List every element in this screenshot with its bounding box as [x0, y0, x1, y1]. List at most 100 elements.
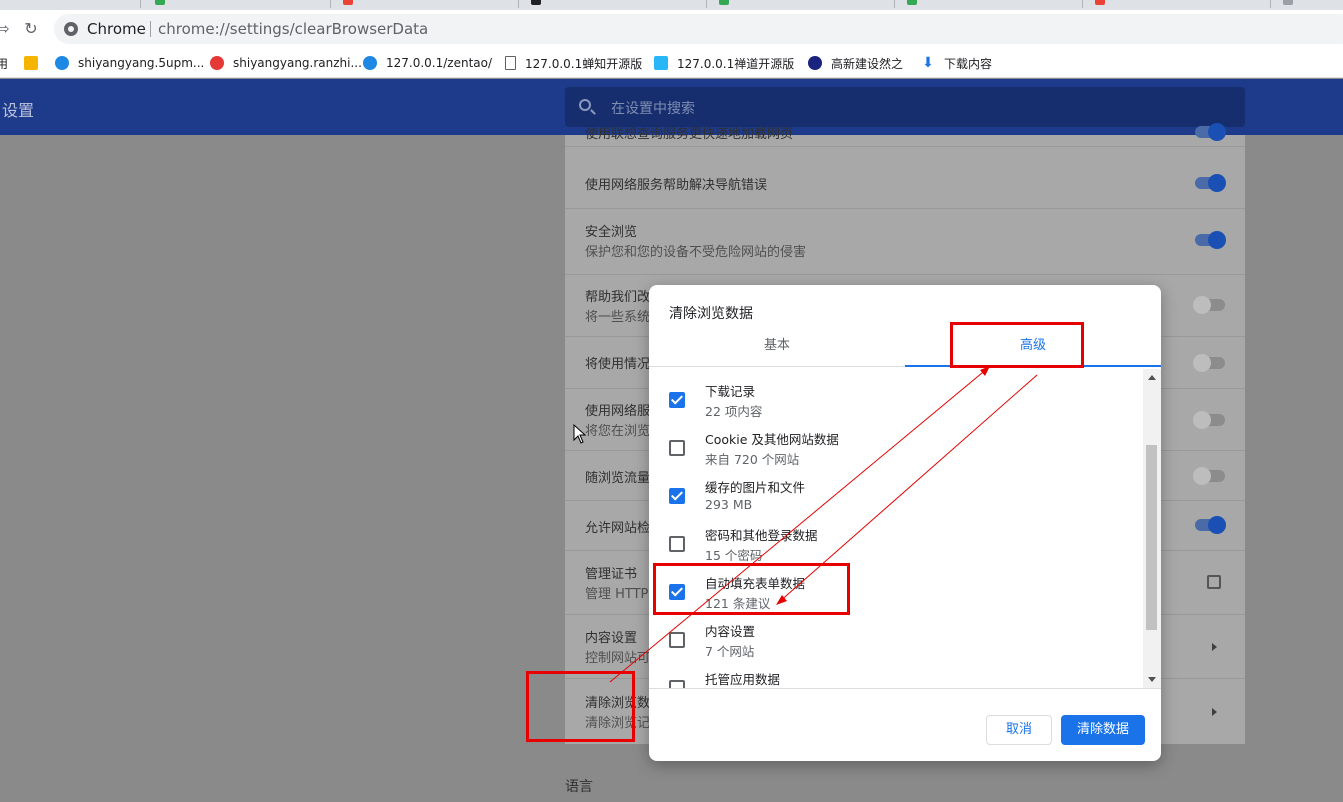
toggle-knob — [1208, 123, 1226, 141]
list-scrollbar[interactable] — [1143, 369, 1161, 688]
list-item-content-settings[interactable]: 内容设置 7 个网站 — [649, 621, 1143, 669]
external-link-icon[interactable] — [1207, 575, 1221, 589]
toggle-switch[interactable] — [1193, 467, 1225, 485]
annotation-box-autofill — [653, 563, 850, 615]
data-type-list: 下载记录 22 项内容 Cookie 及其他网站数据 来自 720 个网站 缓存… — [649, 369, 1161, 689]
toggle-switch[interactable] — [1195, 231, 1226, 249]
row-subtitle: 将一些系统 — [585, 310, 651, 325]
checkbox-checked[interactable] — [669, 488, 685, 504]
bookmark-label: 下载内容 — [944, 56, 993, 71]
tab-favicon[interactable] — [1283, 0, 1293, 5]
bookmark-apps[interactable]: 用 — [0, 54, 8, 72]
divider — [150, 21, 151, 37]
settings-row[interactable]: 使用网络服务帮助解决导航错误 — [565, 147, 1245, 209]
tab-favicon[interactable] — [1095, 0, 1105, 5]
scroll-up-icon[interactable] — [1148, 375, 1156, 380]
item-label: 缓存的图片和文件 — [705, 480, 806, 495]
row-title: 帮助我们改 — [585, 290, 651, 305]
item-label: 内容设置 — [705, 624, 756, 639]
toggle-switch[interactable] — [1193, 354, 1225, 372]
bookmark-chanzhi[interactable]: 127.0.0.1蝉知开源版 — [505, 54, 642, 72]
tab-separator — [330, 0, 331, 8]
toggle-knob — [1193, 296, 1211, 314]
row-title: 管理证书 — [585, 567, 638, 582]
url-text[interactable]: chrome://settings/clearBrowserData — [158, 20, 428, 38]
cancel-button[interactable]: 取消 — [986, 715, 1052, 745]
tab-favicon[interactable] — [155, 0, 165, 5]
tab-favicon[interactable] — [343, 0, 353, 5]
row-title: 允许网站检 — [585, 521, 651, 536]
row-subtitle: 将您在浏览 — [585, 424, 651, 439]
item-detail: 293 MB — [705, 497, 753, 512]
clear-browsing-data-dialog: 清除浏览数据 基本 高级 下载记录 22 项内容 Cookie 及其他网站数据 … — [649, 285, 1161, 761]
toggle-knob — [1208, 516, 1226, 534]
bookmark-label: 用 — [0, 56, 9, 71]
bookmark-gaoxin[interactable]: 高新建设然之 — [808, 54, 903, 72]
toggle-knob — [1208, 231, 1226, 249]
item-detail: 22 项内容 — [705, 404, 763, 419]
page-icon — [505, 56, 516, 70]
checkbox-unchecked[interactable] — [669, 632, 685, 648]
row-title: 使用联想查询服务更快速地加载网页 — [585, 127, 794, 142]
row-subtitle: 管理 HTTP — [585, 587, 649, 602]
row-title: 内容设置 — [585, 631, 638, 646]
checkbox-unchecked[interactable] — [669, 536, 685, 552]
toggle-switch[interactable] — [1195, 123, 1226, 141]
note-icon — [24, 56, 38, 70]
bookmark-shiyangyang-5upm[interactable]: shiyangyang.5upm... — [55, 54, 204, 72]
list-item-downloads[interactable]: 下载记录 22 项内容 — [649, 381, 1143, 429]
chevron-right-icon — [1212, 643, 1217, 651]
toggle-switch[interactable] — [1193, 296, 1225, 314]
bookmark-label: shiyangyang.5upm... — [78, 56, 205, 70]
tab-separator — [518, 0, 519, 8]
bookmark-label: 127.0.0.1禅道开源版 — [677, 56, 795, 71]
forward-icon[interactable]: ⇨ — [0, 18, 14, 40]
tab-separator — [1270, 0, 1271, 8]
toggle-switch[interactable] — [1195, 174, 1226, 192]
checkbox-unchecked[interactable] — [669, 440, 685, 456]
chevron-right-icon — [1212, 708, 1217, 716]
row-title: 将使用情况 — [585, 357, 651, 372]
row-title: 使用网络服务帮助解决导航错误 — [585, 178, 768, 193]
settings-row[interactable]: 使用联想查询服务更快速地加载网页 — [565, 123, 1245, 147]
bookmark-note[interactable] — [24, 54, 47, 72]
scrollbar-thumb[interactable] — [1146, 445, 1157, 630]
reload-icon[interactable]: ↻ — [20, 18, 42, 40]
bookmark-label: 127.0.0.1/zentao/ — [386, 56, 493, 70]
tab-separator — [706, 0, 707, 8]
tab-separator — [1082, 0, 1083, 8]
toggle-switch[interactable] — [1193, 411, 1225, 429]
search-placeholder: 在设置中搜索 — [611, 101, 695, 117]
toggle-switch[interactable] — [1195, 516, 1226, 534]
row-subtitle: 控制网站可 — [585, 651, 651, 666]
ranzhi-icon — [210, 56, 224, 70]
chrome-icon — [64, 22, 78, 36]
row-title: 安全浏览 — [585, 225, 638, 240]
section-language: 语言 — [565, 779, 593, 795]
checkbox-unchecked[interactable] — [669, 680, 685, 688]
tab-favicon[interactable] — [719, 0, 729, 5]
list-item-cache[interactable]: 缓存的图片和文件 293 MB — [649, 477, 1143, 525]
bookmark-label: 高新建设然之 — [831, 56, 904, 71]
search-icon — [579, 99, 591, 111]
globe-icon — [808, 56, 822, 70]
tab-basic[interactable]: 基本 — [649, 331, 905, 367]
bookmark-zentao-local[interactable]: 127.0.0.1/zentao/ — [363, 54, 492, 72]
bookmark-chandao[interactable]: 127.0.0.1禅道开源版 — [654, 54, 794, 72]
list-item-cookies[interactable]: Cookie 及其他网站数据 来自 720 个网站 — [649, 429, 1143, 477]
tab-favicon[interactable] — [531, 0, 541, 5]
clear-data-button[interactable]: 清除数据 — [1061, 715, 1145, 745]
settings-row[interactable]: 安全浏览 保护您和您的设备不受危险网站的侵害 — [565, 209, 1245, 275]
bookmark-shiyangyang-ranzhi[interactable]: shiyangyang.ranzhi... — [210, 54, 362, 72]
bookmark-downloads[interactable]: ⬇ 下载内容 — [921, 54, 992, 72]
checkbox-checked[interactable] — [669, 392, 685, 408]
address-bar[interactable]: Chrome chrome://settings/clearBrowserDat… — [54, 14, 1343, 44]
settings-title: 设置 — [2, 101, 35, 120]
zentao-icon — [55, 56, 69, 70]
tab-favicon[interactable] — [907, 0, 917, 5]
settings-search-input[interactable]: 在设置中搜索 — [565, 87, 1245, 127]
scroll-down-icon[interactable] — [1148, 677, 1156, 682]
annotation-box-advanced — [950, 322, 1084, 368]
bookmark-label: shiyangyang.ranzhi... — [233, 56, 362, 70]
list-item-hosted-apps[interactable]: 托管应用数据 — [649, 669, 1143, 688]
